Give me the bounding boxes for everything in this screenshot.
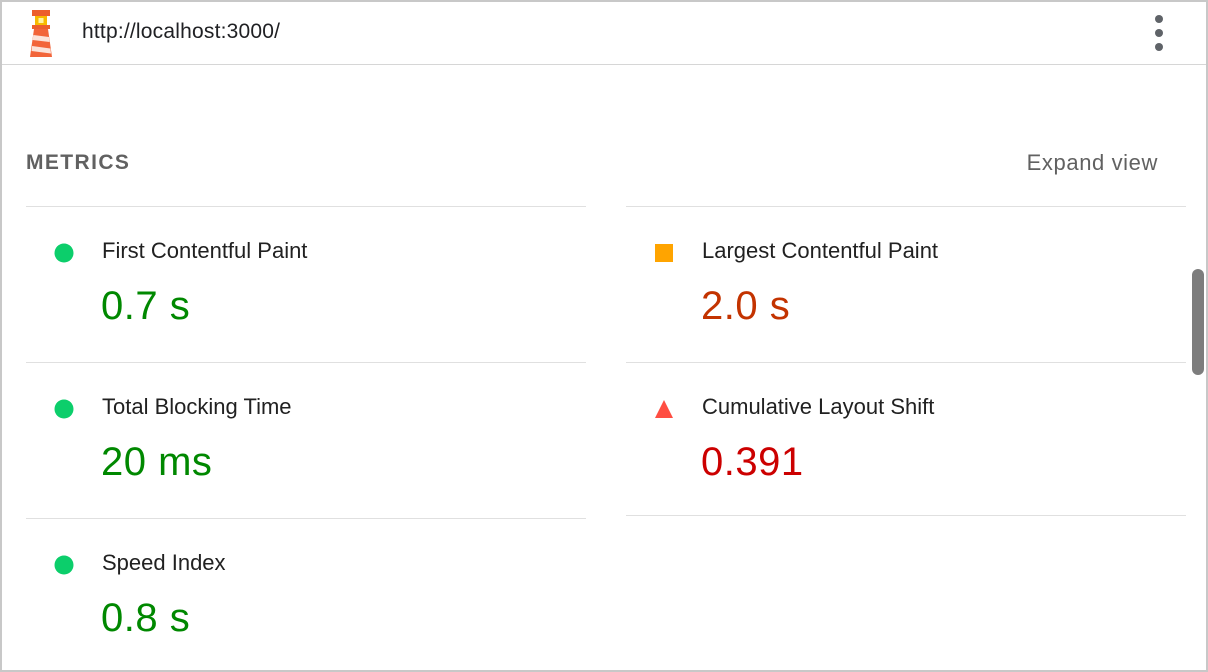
metrics-section-title: METRICS [26,151,131,174]
vertical-scrollbar[interactable] [1190,65,1206,670]
scrollbar-thumb[interactable] [1192,269,1204,375]
lighthouse-icon [30,10,52,57]
report-header: http://localhost:3000/ [2,2,1206,65]
metric-total-blocking-time: Total Blocking Time 20 ms [26,362,586,516]
metric-cumulative-layout-shift: Cumulative Layout Shift 0.391 [626,362,1186,516]
average-square-icon [655,244,673,262]
metric-label: Largest Contentful Paint [702,238,939,263]
metrics-panel: METRICS Expand view First Contentful Pai… [2,65,1206,670]
metric-value: 0.391 [701,440,804,484]
metric-label: Cumulative Layout Shift [702,394,935,419]
lighthouse-report-window: http://localhost:3000/ METRICS Expand vi… [0,0,1208,672]
metric-value: 2.0 s [701,284,791,328]
pass-circle-icon [54,555,74,575]
pass-circle-icon [54,399,74,419]
metric-value: 20 ms [101,440,213,484]
metric-label: First Contentful Paint [102,238,308,263]
expand-view-toggle[interactable]: Expand view [1027,150,1158,176]
metric-speed-index: Speed Index 0.8 s [26,518,586,670]
metric-value: 0.8 s [101,596,191,640]
more-vertical-icon [1155,15,1163,23]
metric-label: Speed Index [102,550,226,575]
metric-label: Total Blocking Time [102,394,292,419]
page-url: http://localhost:3000/ [82,20,281,43]
metric-largest-contentful-paint: Largest Contentful Paint 2.0 s [626,206,1186,360]
more-options-button[interactable] [1142,12,1176,54]
pass-circle-icon [54,243,74,263]
metric-value: 0.7 s [101,284,191,328]
fail-triangle-icon [655,400,673,418]
metric-first-contentful-paint: First Contentful Paint 0.7 s [26,206,586,360]
